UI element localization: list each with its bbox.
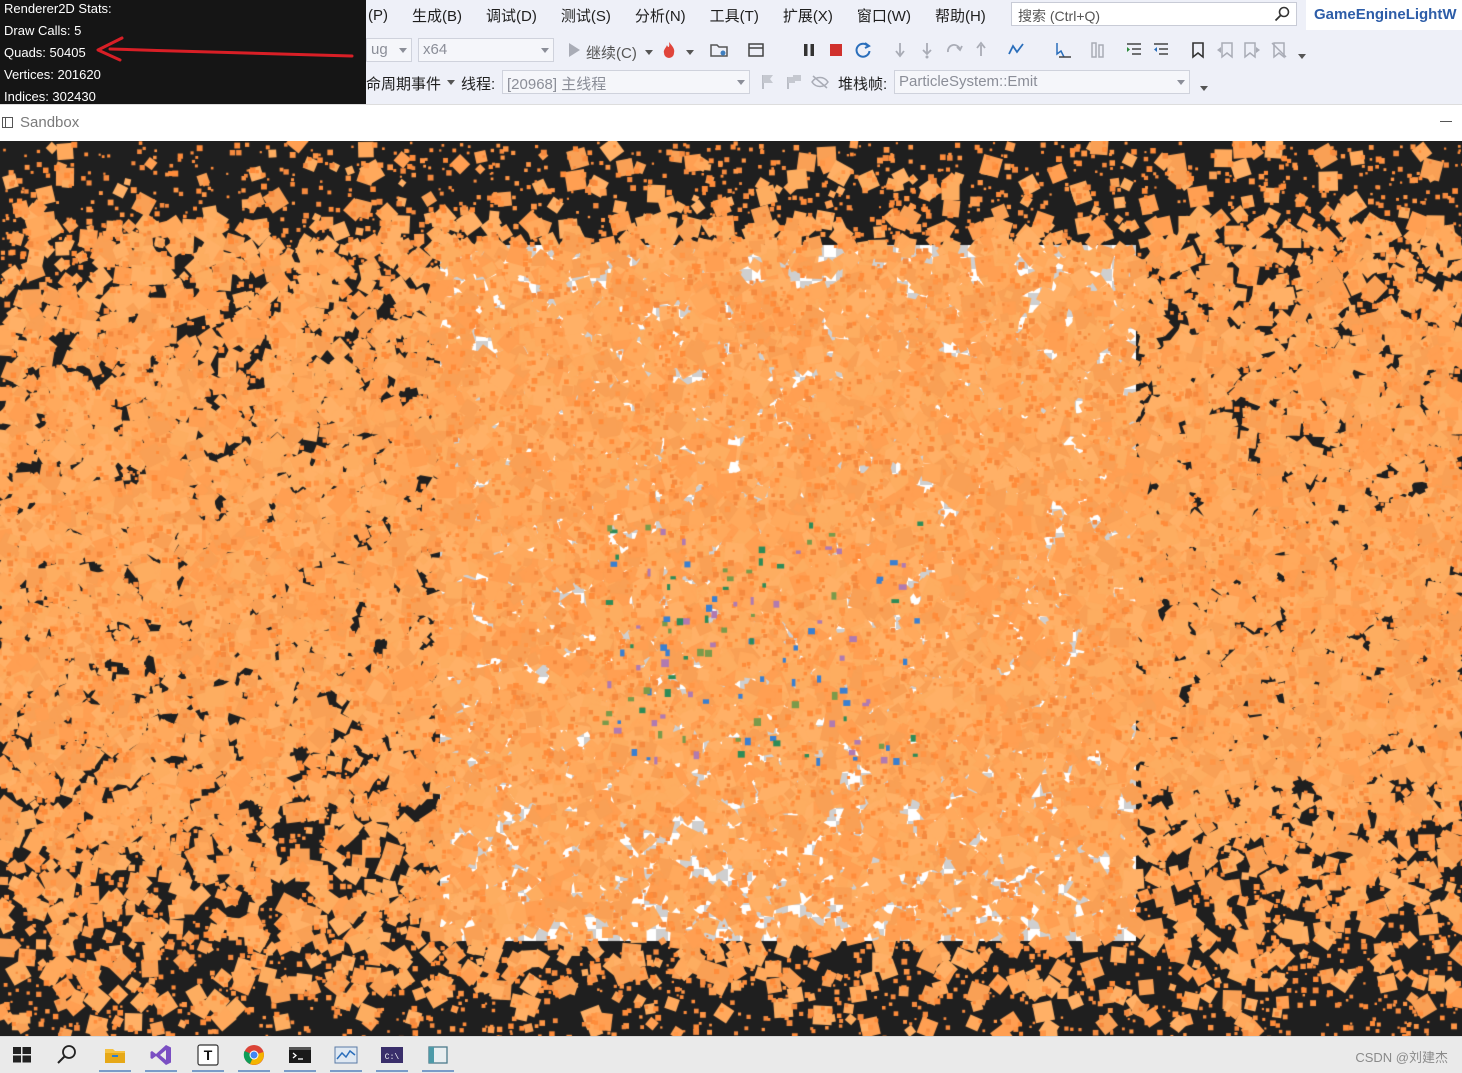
console-icon[interactable]: C:\ [380, 1043, 404, 1067]
window-icon [2, 117, 13, 128]
sandbox-app-icon[interactable] [426, 1043, 450, 1067]
minimize-button[interactable] [1440, 121, 1452, 122]
outdent-icon[interactable] [1151, 40, 1171, 60]
menu-window[interactable]: 窗口(W) [845, 5, 923, 26]
sandbox-app-running-indicator [422, 1070, 454, 1072]
file-explorer-icon[interactable] [103, 1043, 127, 1067]
next-bookmark-icon[interactable] [1242, 40, 1262, 60]
annotation-arrow [96, 36, 354, 62]
platform-dropdown[interactable]: x64 [418, 38, 554, 62]
file-explorer-running-indicator [99, 1070, 131, 1072]
step-out-icon[interactable] [971, 40, 991, 60]
flag-all-threads-icon[interactable] [784, 72, 804, 92]
toolbar-overflow-arrow[interactable] [1298, 54, 1306, 59]
watermark: CSDN @刘建杰 [1355, 1050, 1448, 1065]
stack-frame-dropdown[interactable]: ParticleSystem::Emit [894, 70, 1190, 94]
sandbox-title-bar[interactable]: Sandbox [0, 104, 1462, 141]
lifecycle-events-button[interactable]: 命周期事件 [366, 73, 441, 94]
performance-monitor-icon[interactable] [334, 1043, 358, 1067]
console-running-indicator [376, 1070, 408, 1072]
menu-extensions[interactable]: 扩展(X) [771, 5, 845, 26]
search-icon[interactable] [1274, 6, 1290, 22]
open-folder-icon[interactable] [709, 40, 729, 60]
menu-project[interactable]: (P) [366, 7, 400, 24]
search-input[interactable]: 搜索 (Ctrl+Q) [1011, 2, 1297, 26]
menu-tools[interactable]: 工具(T) [698, 5, 771, 26]
menu-bar: (P) 生成(B) 调试(D) 测试(S) 分析(N) 工具(T) 扩展(X) … [366, 0, 1006, 30]
clear-bookmarks-icon[interactable] [1269, 40, 1289, 60]
configuration-dropdown[interactable]: ug [366, 38, 412, 62]
visual-studio-running-indicator [145, 1070, 177, 1072]
restart-icon[interactable] [853, 40, 873, 60]
continue-button[interactable]: 继续(C) [586, 42, 637, 63]
build-icon[interactable] [746, 40, 766, 60]
thread-dropdown[interactable]: [20968] 主线程 [502, 70, 750, 94]
solution-title: GameEngineLightW [1306, 0, 1462, 30]
step-into-icon[interactable] [917, 40, 937, 60]
particle-viewport[interactable] [0, 141, 1462, 1036]
stack-frame-label: 堆栈帧: [838, 76, 888, 93]
menu-debug[interactable]: 调试(D) [474, 5, 549, 26]
diagnostic-tools-icon[interactable] [1006, 40, 1026, 60]
previous-bookmark-icon[interactable] [1215, 40, 1235, 60]
thread-label: 线程: [461, 76, 496, 93]
typora-running-indicator [192, 1070, 224, 1072]
svg-text:C:\: C:\ [385, 1053, 400, 1062]
play-icon[interactable] [564, 40, 584, 60]
menu-help[interactable]: 帮助(H) [923, 5, 998, 26]
menu-build[interactable]: 生成(B) [400, 5, 474, 26]
stop-icon[interactable] [826, 40, 846, 60]
particle-canvas[interactable] [0, 141, 1462, 1036]
run-to-cursor-icon[interactable] [1053, 40, 1073, 60]
platform-value: x64 [423, 41, 448, 58]
pause-icon[interactable] [799, 40, 819, 60]
lifecycle-dropdown-arrow[interactable] [447, 80, 455, 85]
renderer-stats-panel: Renderer2D Stats: Draw Calls: 5 Quads: 5… [0, 0, 366, 104]
debug-location-toolbar: 命周期事件 线程: [20968] 主线程 堆栈帧: ParticleSyste… [366, 68, 1462, 98]
thread-value: [20968] 主线程 [507, 76, 607, 93]
hot-reload-icon[interactable] [659, 40, 679, 60]
bookmark-icon[interactable] [1188, 40, 1208, 60]
continue-dropdown-arrow[interactable] [645, 50, 653, 55]
stack-frame-value: ParticleSystem::Emit [899, 73, 1038, 90]
typora-icon[interactable]: T [196, 1043, 220, 1067]
chrome-running-indicator [238, 1070, 270, 1072]
search-icon[interactable] [55, 1043, 79, 1067]
hide-threads-icon[interactable] [810, 72, 830, 92]
flag-thread-icon[interactable] [758, 72, 778, 92]
thread-view-icon[interactable] [1088, 40, 1108, 60]
taskbar: T C:\ CSDN @刘建杰 [0, 1036, 1462, 1073]
chrome-icon[interactable] [242, 1043, 266, 1067]
windows-start-icon[interactable] [10, 1043, 34, 1067]
performance-monitor-running-indicator [330, 1070, 362, 1072]
window-title: Sandbox [20, 114, 80, 131]
menu-analyze[interactable]: 分析(N) [623, 5, 698, 26]
show-next-statement-icon[interactable] [890, 40, 910, 60]
menu-test[interactable]: 测试(S) [549, 5, 623, 26]
svg-text:T: T [204, 1047, 213, 1063]
toolbar2-overflow-arrow[interactable] [1200, 86, 1208, 91]
step-over-icon[interactable] [944, 40, 964, 60]
visual-studio-icon[interactable] [149, 1043, 173, 1067]
hot-reload-dropdown-arrow[interactable] [686, 50, 694, 55]
indent-icon[interactable] [1124, 40, 1144, 60]
configuration-value: ug [371, 41, 388, 58]
visual-studio-toolbar-area: (P) 生成(B) 调试(D) 测试(S) 分析(N) 工具(T) 扩展(X) … [366, 0, 1462, 104]
terminal-running-indicator [284, 1070, 316, 1072]
debug-toolbar: ug x64 继续(C) [366, 36, 1462, 66]
search-placeholder: 搜索 (Ctrl+Q) [1018, 8, 1101, 24]
terminal-icon[interactable] [288, 1043, 312, 1067]
